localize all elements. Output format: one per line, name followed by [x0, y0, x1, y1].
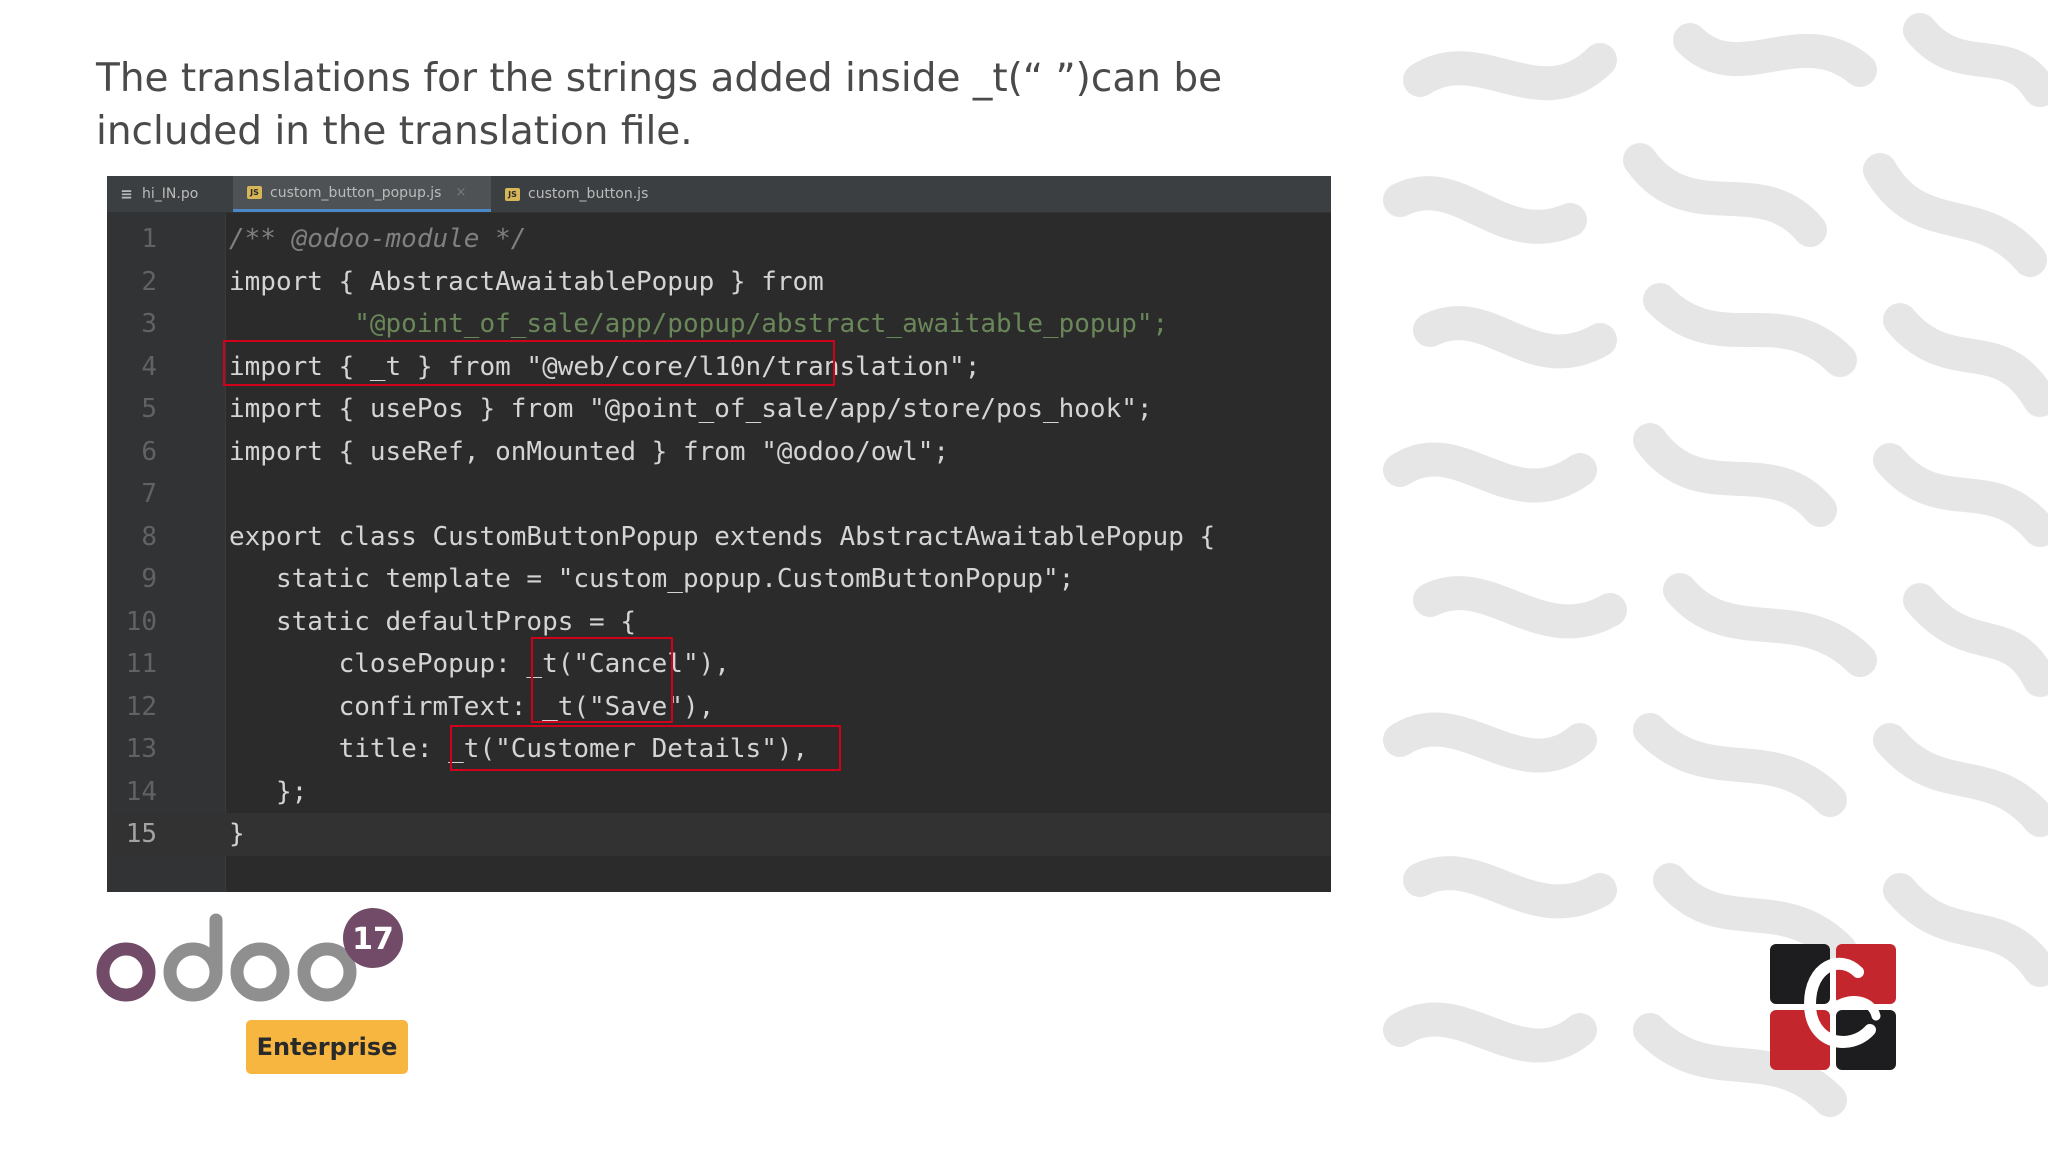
line-number: 9 [141, 564, 157, 594]
code-text: } [229, 819, 245, 849]
close-tab-icon[interactable]: × [455, 185, 466, 200]
line-number: 2 [141, 266, 157, 297]
js-file-icon: JS [505, 187, 520, 201]
line-number: 3 [141, 309, 157, 339]
code-text: import { usePos } from "@point_of_sale/a… [229, 394, 1153, 424]
line-number: 13 [125, 734, 157, 764]
code-line-10: 10 static defaultProps = { [107, 601, 1331, 644]
code-text: }; [229, 776, 308, 807]
highlight-box-customer-details [450, 725, 841, 771]
line-number: 10 [125, 606, 157, 637]
code-line-5: 5 import { usePos } from "@point_of_sale/… [107, 388, 1331, 431]
version-badge: 17 [352, 922, 394, 957]
code-line-12: 12 confirmText: _t("Save"), [107, 686, 1331, 729]
tab-label: custom_button_popup.js [270, 184, 442, 201]
company-logo [1770, 944, 1896, 1070]
highlight-box-cancel-save [531, 637, 673, 723]
code-line-2: 2 import { AbstractAwaitablePopup } from [107, 261, 1331, 304]
line-number: 7 [141, 479, 157, 509]
tab-label: custom_button.js [528, 186, 649, 202]
code-line-8: 8 export class CustomButtonPopup extends … [107, 516, 1331, 559]
slide-heading: The translations for the strings added i… [96, 56, 1223, 154]
code-line-15-current: 15} [107, 813, 1331, 856]
code-text: export class CustomButtonPopup extends A… [229, 521, 1216, 552]
code-line-9: 9 static template = "custom_popup.Custom… [107, 558, 1331, 601]
code-line-6: 6 import { useRef, onMounted } from "@odo… [107, 431, 1331, 474]
tab-label: hi_IN.po [142, 186, 199, 202]
highlight-box-import-t [223, 340, 835, 386]
code-line-14: 14 }; [107, 771, 1331, 814]
tab-custom-button-popup-js[interactable]: JS custom_button_popup.js × [233, 176, 491, 212]
js-file-icon: JS [247, 186, 262, 199]
line-number: 14 [125, 776, 157, 807]
line-number: 12 [125, 691, 157, 722]
odoo-logo: 17 [96, 908, 403, 1002]
decorative-squiggle-pattern [1383, 13, 2048, 1117]
line-number: 15 [125, 819, 157, 849]
code-text: /** @odoo-module */ [229, 224, 527, 254]
code-line-1: 1 /** @odoo-module */ [107, 218, 1331, 261]
line-number: 4 [141, 351, 157, 382]
editor-tab-bar: ≡ hi_IN.po JS custom_button_popup.js × J… [107, 176, 1331, 213]
code-line-7: 7 [107, 473, 1331, 516]
enterprise-badge: Enterprise [246, 1020, 408, 1074]
code-editor-screenshot: ≡ hi_IN.po JS custom_button_popup.js × J… [107, 176, 1331, 892]
line-number: 6 [141, 436, 157, 467]
line-number: 5 [141, 394, 157, 424]
code-text: import { AbstractAwaitablePopup } from [229, 266, 824, 297]
line-number: 11 [125, 649, 157, 679]
tab-custom-button-js[interactable]: JS custom_button.js [491, 176, 671, 212]
tab-hi-in-po[interactable]: ≡ hi_IN.po [107, 176, 233, 212]
code-line-11: 11 closePopup: _t("Cancel"), [107, 643, 1331, 686]
line-number: 1 [141, 224, 157, 254]
code-text: import { useRef, onMounted } from "@odoo… [229, 436, 950, 467]
code-text: static template = "custom_popup.CustomBu… [229, 564, 1075, 594]
line-number: 8 [141, 521, 157, 552]
po-file-icon: ≡ [120, 185, 133, 203]
